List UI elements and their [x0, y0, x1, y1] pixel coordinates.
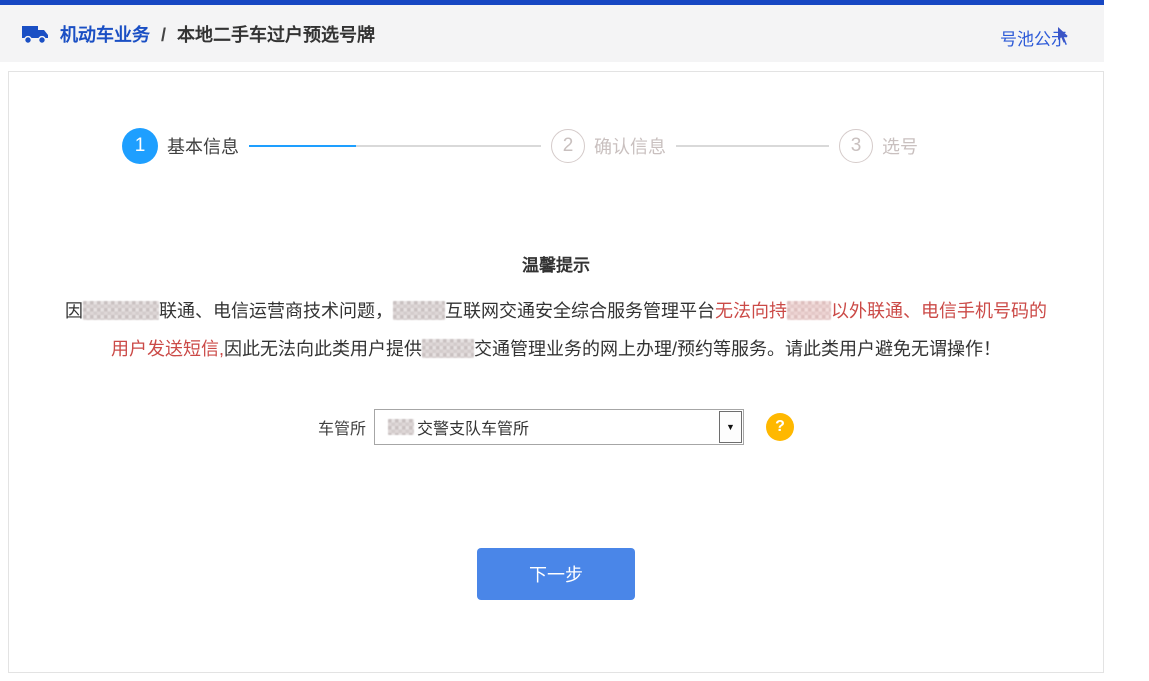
notice-text: 联通、电信运营商技术问题，	[159, 301, 393, 321]
notice-text-red: 以外联通、电信手机号码的	[831, 301, 1047, 321]
notice-text-red: 无法向持	[715, 301, 787, 321]
step-connector-2	[676, 145, 829, 147]
step-1-circle: 1	[122, 128, 158, 164]
breadcrumb-separator: /	[161, 25, 166, 45]
step-3-circle: 3	[839, 129, 873, 163]
warm-tips-notice: 温馨提示 因 联通、电信运营商技术问题， 互联网交通安全综合服务管理平台无法向持 以外…	[9, 251, 1103, 368]
step-connector-1	[249, 145, 541, 147]
redacted-region-name	[83, 301, 159, 320]
notice-text: 因	[65, 301, 83, 321]
notice-body: 因 联通、电信运营商技术问题， 互联网交通安全综合服务管理平台无法向持 以外联通、电信…	[9, 292, 1103, 368]
next-step-button[interactable]: 下一步	[477, 548, 635, 600]
help-icon[interactable]: ?	[766, 413, 794, 441]
notice-title: 温馨提示	[9, 251, 1103, 276]
main-card: 1 基本信息 2 确认信息 3 选号 温馨提示 因 联通、电信运营商技术问题， 互联…	[8, 71, 1104, 673]
station-select[interactable]: 交警支队车管所 ▼	[374, 409, 744, 445]
breadcrumb: 机动车业务 / 本地二手车过户预选号牌	[60, 21, 375, 47]
station-form-row: 车管所 交警支队车管所 ▼ ?	[9, 409, 1103, 445]
notice-text: 交通管理业务的网上办理/预约等服务。请此类用户避免无谓操作！	[474, 339, 1001, 359]
step-2-circle: 2	[551, 129, 585, 163]
mouse-cursor-icon	[1057, 27, 1070, 44]
station-select-value: 交警支队车管所	[417, 415, 529, 439]
station-label: 车管所	[318, 415, 366, 439]
chevron-down-icon[interactable]: ▼	[719, 411, 742, 443]
redacted-region-name	[393, 301, 445, 320]
step-2-label: 确认信息	[594, 133, 666, 159]
redacted-region-name	[422, 339, 474, 358]
step-3-label: 选号	[882, 133, 918, 159]
page-title: 本地二手车过户预选号牌	[177, 25, 375, 45]
step-1-label: 基本信息	[167, 133, 239, 159]
step-indicator: 1 基本信息 2 确认信息 3 选号	[122, 128, 1103, 164]
redacted-station-prefix	[388, 419, 414, 435]
notice-text: 因此无法向此类用户提供	[224, 339, 422, 359]
page-header: 机动车业务 / 本地二手车过户预选号牌 号池公示	[0, 5, 1104, 62]
redacted-region-name	[787, 301, 831, 320]
truck-icon	[20, 23, 50, 45]
breadcrumb-section: 机动车业务	[60, 25, 150, 45]
notice-text: 互联网交通安全综合服务管理平台	[445, 301, 715, 321]
notice-text-red: 用户发送短信,	[111, 339, 224, 359]
